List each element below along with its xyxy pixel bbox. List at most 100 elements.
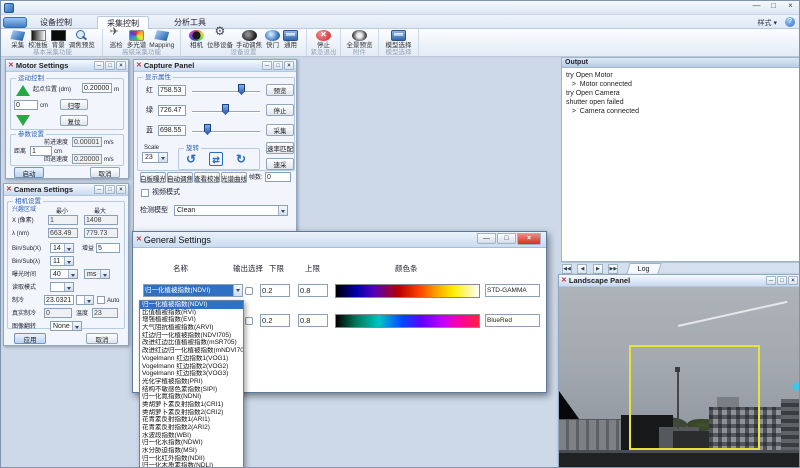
dropdown-item[interactable]: 光化学植被指数(PRI)	[140, 378, 243, 386]
dropdown-item[interactable]: 比值植被指数(RVI)	[140, 309, 243, 317]
readout-mode-dropdown[interactable]	[50, 282, 74, 292]
dialog-maximize-button[interactable]: □	[497, 233, 516, 244]
panel-close-button[interactable]: ×	[116, 185, 126, 194]
window-minimize-button[interactable]: —	[748, 1, 765, 12]
blue-slider-track[interactable]	[192, 131, 260, 133]
help-icon[interactable]: ?	[785, 17, 795, 27]
colorbar-name-row2[interactable]	[485, 314, 540, 327]
stage-device-button[interactable]: 位移设备	[206, 30, 234, 49]
panel-close-button[interactable]: ×	[116, 61, 126, 70]
lambda-max-input[interactable]	[84, 228, 118, 238]
patrol-button[interactable]: 巡检	[108, 30, 125, 49]
green-wavelength-input[interactable]	[158, 105, 186, 116]
roi-rectangle[interactable]	[629, 345, 760, 450]
dropdown-item[interactable]: 结构不敏感色素指数(SIPI)	[140, 386, 243, 394]
red-wavelength-input[interactable]	[158, 85, 186, 96]
landscape-preview-image[interactable]	[559, 287, 800, 468]
dropdown-item[interactable]: 改进红边比值植被指数(mSR705)	[140, 339, 243, 347]
manual-focus-button[interactable]: 手动调焦	[235, 30, 263, 49]
background-button[interactable]: 背景	[50, 30, 67, 49]
dialog-minimize-button[interactable]: —	[477, 233, 496, 244]
dropdown-item[interactable]: 归一化红外指数(NDII)	[140, 455, 243, 463]
app-menu-button[interactable]	[3, 17, 27, 28]
cancel-camera-button[interactable]: 取消	[86, 333, 118, 344]
rotate-left-icon[interactable]: ↺	[184, 152, 198, 166]
whiteboard-exposure-button[interactable]: 白板曝光	[140, 172, 166, 183]
preview-button[interactable]: 预览	[266, 84, 294, 96]
tab-scroll-right-button[interactable]: ▶	[593, 264, 603, 274]
return-speed-input[interactable]	[72, 154, 102, 164]
dropdown-item[interactable]: 类胡萝卜素反射指数2(CRI2)	[140, 409, 243, 417]
tab-scroll-left-button[interactable]: ◀	[577, 264, 587, 274]
zero-button[interactable]: 归零	[60, 99, 88, 110]
gain-input[interactable]	[96, 243, 120, 253]
panel-minimize-button[interactable]: ─	[262, 61, 272, 70]
log-tab[interactable]: Log	[626, 263, 661, 274]
exposure-spinner[interactable]: 40	[50, 269, 78, 279]
dropdown-item[interactable]: 归一化植被指数(NDVI)	[140, 301, 243, 309]
image-flip-dropdown[interactable]: None	[50, 321, 82, 331]
panel-maximize-button[interactable]: □	[105, 61, 115, 70]
x-min-input[interactable]	[48, 215, 78, 225]
move-down-arrow-button[interactable]	[16, 115, 30, 126]
reset-button[interactable]: 复位	[60, 115, 88, 126]
panel-minimize-button[interactable]: ─	[766, 276, 776, 285]
scale-dropdown[interactable]: 23	[142, 152, 168, 163]
jog-distance-input[interactable]	[14, 100, 38, 110]
move-up-arrow-button[interactable]	[16, 85, 30, 96]
detect-model-dropdown[interactable]: Clean	[174, 205, 288, 216]
auto-cooling-checkbox[interactable]	[97, 296, 105, 304]
mapping-button[interactable]: Mapping	[148, 30, 175, 49]
view-calibration-button[interactable]: 查看校准	[194, 172, 220, 183]
blue-wavelength-input[interactable]	[158, 125, 186, 136]
spectral-curve-button[interactable]: 光谱曲线	[221, 172, 247, 183]
panel-maximize-button[interactable]: □	[777, 276, 787, 285]
bin-x-dropdown[interactable]: 14	[50, 243, 74, 253]
dropdown-item[interactable]: 花青素反射指数1(ARI1)	[140, 416, 243, 424]
calibration-board-button[interactable]: 校准板	[27, 30, 49, 49]
focus-preview-button[interactable]: 调焦预览	[68, 30, 96, 49]
shutter-button[interactable]: 快门	[264, 30, 281, 49]
frames-input[interactable]	[265, 172, 291, 182]
window-maximize-button[interactable]: □	[765, 1, 782, 12]
tab-scroll-first-button[interactable]: ◀◀	[562, 264, 572, 274]
cooling-input[interactable]	[44, 295, 74, 305]
rotate-right-icon[interactable]: ↻	[234, 152, 248, 166]
dropdown-item[interactable]: 花青素反射指数2(ARI2)	[140, 424, 243, 432]
output-select-checkbox-row1[interactable]	[245, 287, 253, 295]
dropdown-item[interactable]: 水分胁迫指数(MSI)	[140, 447, 243, 455]
panel-maximize-button[interactable]: □	[105, 185, 115, 194]
panel-maximize-button[interactable]: □	[273, 61, 283, 70]
acquire-button[interactable]: 采集	[266, 124, 294, 136]
stop-button[interactable]: 停止	[315, 30, 332, 49]
red-slider-track[interactable]	[192, 91, 260, 93]
camera-device-button[interactable]: 相机	[188, 30, 205, 49]
dropdown-item[interactable]: 改进红边归一化植被指数(mNDVI705)	[140, 347, 243, 355]
fast-acquire-button[interactable]: 速采	[266, 158, 294, 170]
cooling-dropdown[interactable]	[76, 295, 94, 305]
dropdown-item[interactable]: 归一化氮指数(NDNI)	[140, 393, 243, 401]
exposure-unit-dropdown[interactable]: ms	[84, 269, 110, 279]
lambda-min-input[interactable]	[48, 228, 78, 238]
temperature-input[interactable]	[92, 308, 118, 318]
lower-limit-input-row2[interactable]	[260, 314, 290, 327]
dropdown-item[interactable]: Vogelmann 红边指数3(VOG3)	[140, 370, 243, 378]
tab-scroll-last-button[interactable]: ▶▶	[608, 264, 618, 274]
x-max-input[interactable]	[84, 215, 118, 225]
bin-lambda-dropdown[interactable]: 11	[50, 256, 74, 266]
start-motor-button[interactable]: 启动	[14, 167, 44, 178]
video-mode-checkbox[interactable]	[141, 189, 149, 197]
dropdown-item[interactable]: 归一化水指数(NDWI)	[140, 439, 243, 447]
panel-close-button[interactable]: ×	[284, 61, 294, 70]
dialog-close-button[interactable]: ×	[517, 233, 541, 245]
cancel-motor-button[interactable]: 取消	[90, 167, 120, 178]
rate-match-button[interactable]: 速率匹配	[266, 142, 294, 154]
dropdown-item[interactable]: 增强植被指数(EVI)	[140, 316, 243, 324]
model-select-button[interactable]: 模型选择	[385, 30, 413, 49]
dropdown-item[interactable]: 类胡萝卜素反射指数1(CRI1)	[140, 401, 243, 409]
apply-button[interactable]: 应用	[14, 333, 46, 344]
stop-capture-button[interactable]: 停止	[266, 104, 294, 116]
dropdown-item[interactable]: 归一化木质素指数(NDLI)	[140, 462, 243, 468]
general-device-button[interactable]: 通用	[282, 30, 299, 49]
panel-minimize-button[interactable]: ─	[94, 61, 104, 70]
